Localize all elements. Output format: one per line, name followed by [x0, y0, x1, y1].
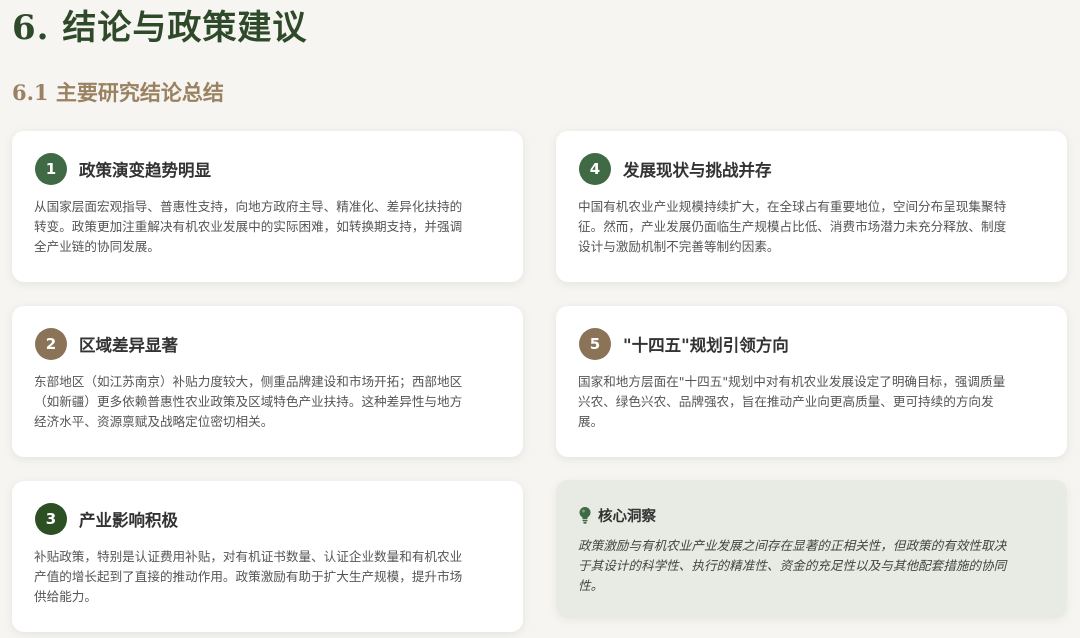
number-badge: 3 — [35, 503, 67, 535]
number-badge: 4 — [579, 153, 611, 185]
card-title: 发展现状与挑战并存 — [623, 161, 772, 180]
section-title: 6.1 主要研究结论总结 — [12, 80, 224, 105]
core-insight-box: 核心洞察 政策激励与有机农业产业发展之间存在显著的正相关性，但政策的有效性取决 … — [556, 480, 1067, 618]
insight-title: 核心洞察 — [598, 508, 656, 525]
conclusion-card-3: 3 产业影响积极 补贴政策，特别是认证费用补贴，对有机证书数量、认证企业数量和有… — [12, 481, 523, 632]
insight-text-line: 性。 — [578, 578, 604, 593]
card-description: 补贴政策，特别是认证费用补贴，对有机证书数量、认证企业数量和有机农业 产值的增长… — [34, 547, 501, 607]
card-text-line: 中国有机农业产业规模持续扩大，在全球占有重要地位，空间分布呈现集聚特 — [578, 199, 1007, 214]
card-title: 区域差异显著 — [79, 336, 178, 355]
number-badge: 2 — [35, 328, 67, 360]
insight-text-line: 政策激励与有机农业产业发展之间存在显著的正相关性，但政策的有效性取决 — [578, 538, 1007, 553]
card-text-line: （如新疆）更多依赖普惠性农业政策及区域特色产业扶持。这种差异性与地方 — [34, 394, 463, 409]
card-description: 东部地区（如江苏南京）补贴力度较大，侧重品牌建设和市场开拓；西部地区 （如新疆）… — [34, 372, 501, 432]
insight-text-line: 于其设计的科学性、执行的精准性、资金的充足性以及与其他配套措施的协同 — [578, 558, 1007, 573]
card-text-line: 供给能力。 — [34, 589, 97, 604]
conclusion-card-4: 4 发展现状与挑战并存 中国有机农业产业规模持续扩大，在全球占有重要地位，空间分… — [556, 131, 1067, 282]
insight-description: 政策激励与有机农业产业发展之间存在显著的正相关性，但政策的有效性取决 于其设计的… — [578, 536, 1045, 596]
card-text-line: 补贴政策，特别是认证费用补贴，对有机证书数量、认证企业数量和有机农业 — [34, 549, 463, 564]
card-text-line: 国家和地方层面在"十四五"规划中对有机农业发展设定了明确目标，强调质量 — [578, 374, 1006, 389]
card-text-line: 征。然而，产业发展仍面临生产规模占比低、消费市场潜力未充分释放、制度 — [578, 219, 1007, 234]
lightbulb-icon — [579, 507, 591, 524]
card-text-line: 产值的增长起到了直接的推动作用。政策激励有助于扩大生产规模，提升市场 — [34, 569, 463, 584]
card-description: 中国有机农业产业规模持续扩大，在全球占有重要地位，空间分布呈现集聚特 征。然而，… — [578, 197, 1045, 257]
card-text-line: 东部地区（如江苏南京）补贴力度较大，侧重品牌建设和市场开拓；西部地区 — [34, 374, 463, 389]
card-text-line: 从国家层面宏观指导、普惠性支持，向地方政府主导、精准化、差异化扶持的 — [34, 199, 463, 214]
card-text-line: 经济水平、资源禀赋及战略定位密切相关。 — [34, 414, 274, 429]
card-title: 产业影响积极 — [79, 511, 178, 530]
card-text-line: 转变。政策更加注重解决有机农业发展中的实际困难，如转换期支持，并强调 — [34, 219, 463, 234]
card-text-line: 全产业链的协同发展。 — [34, 239, 160, 254]
conclusion-card-2: 2 区域差异显著 东部地区（如江苏南京）补贴力度较大，侧重品牌建设和市场开拓；西… — [12, 306, 523, 457]
card-description: 从国家层面宏观指导、普惠性支持，向地方政府主导、精准化、差异化扶持的 转变。政策… — [34, 197, 501, 257]
card-text-line: 兴农、绿色兴农、品牌强农，旨在推动产业向更高质量、更可持续的方向发 — [578, 394, 994, 409]
conclusion-card-5: 5 "十四五"规划引领方向 国家和地方层面在"十四五"规划中对有机农业发展设定了… — [556, 306, 1067, 457]
card-title: 政策演变趋势明显 — [79, 161, 211, 180]
card-text-line: 展。 — [578, 414, 604, 429]
page-title: 6. 结论与政策建议 — [12, 8, 308, 48]
card-description: 国家和地方层面在"十四五"规划中对有机农业发展设定了明确目标，强调质量 兴农、绿… — [578, 372, 1045, 432]
card-text-line: 设计与激励机制不完善等制约因素。 — [578, 239, 780, 254]
card-title: "十四五"规划引领方向 — [623, 336, 789, 355]
number-badge: 1 — [35, 153, 67, 185]
conclusion-card-1: 1 政策演变趋势明显 从国家层面宏观指导、普惠性支持，向地方政府主导、精准化、差… — [12, 131, 523, 282]
number-badge: 5 — [579, 328, 611, 360]
